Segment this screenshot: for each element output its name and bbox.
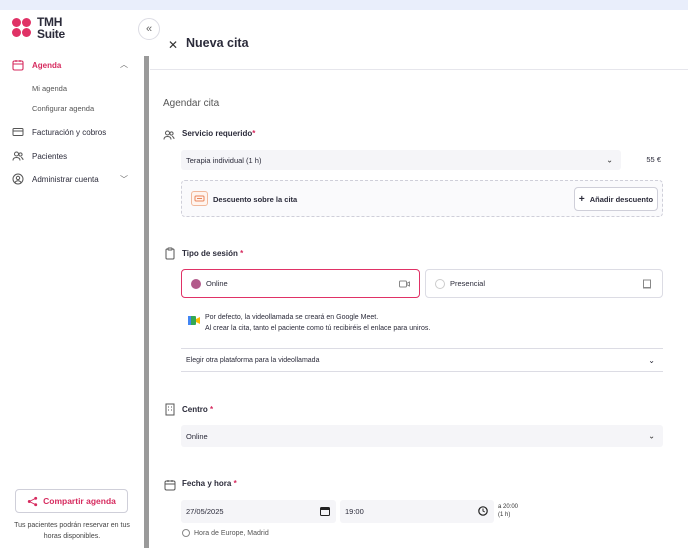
chevron-up-icon[interactable]: ︿ xyxy=(120,59,128,70)
sidebar-scrollbar[interactable] xyxy=(144,56,149,548)
plus-icon: + xyxy=(578,193,585,205)
clock-icon[interactable] xyxy=(478,506,488,516)
sidebar-item-label: Agenda xyxy=(32,60,62,70)
calendar-icon xyxy=(12,59,24,71)
option-label: Online xyxy=(206,279,228,288)
building-icon xyxy=(164,403,176,416)
chevron-down-icon[interactable]: ﹀ xyxy=(120,174,128,185)
date-input[interactable]: 27/05/2025 xyxy=(181,500,336,523)
sidebar-item-agenda[interactable]: Agenda xyxy=(12,56,61,74)
session-option-presencial[interactable]: Presencial xyxy=(425,269,663,298)
users-icon xyxy=(12,150,24,162)
chevron-down-icon: ⌄ xyxy=(648,431,655,441)
share-agenda-note: Tus pacientes podrán reservar en tus hor… xyxy=(14,522,130,540)
share-agenda-label: Compartir agenda xyxy=(43,496,116,506)
close-icon[interactable]: ✕ xyxy=(168,38,178,52)
sidebar: TMH Suite Agenda ︿ Mi agenda Configurar … xyxy=(0,10,144,548)
share-agenda-button[interactable]: Compartir agenda xyxy=(15,489,128,513)
timezone-note: Hora de Europe, Madrid xyxy=(182,529,269,537)
building-icon xyxy=(642,279,652,289)
option-label: Presencial xyxy=(450,279,486,288)
google-meet-note: Por defecto, la videollamada se creará e… xyxy=(205,314,431,332)
users-icon xyxy=(163,128,175,140)
radio-presencial[interactable] xyxy=(435,279,445,289)
discount-icon xyxy=(191,191,208,206)
service-select[interactable]: Terapia individual (1 h) ⌄ xyxy=(181,150,621,170)
sidebar-subitem-configurar-agenda[interactable]: Configurar agenda xyxy=(32,104,94,113)
service-price: 55 € xyxy=(646,155,661,164)
center-label: Centro * xyxy=(182,405,214,414)
clock-icon xyxy=(182,529,190,537)
center-select-value: Online xyxy=(186,431,208,441)
add-discount-button[interactable]: + Añadir descuento xyxy=(574,187,658,211)
sidebar-item-pacientes[interactable]: Pacientes xyxy=(12,147,67,165)
platform-select-label: Elegir otra plataforma para la videollam… xyxy=(186,356,320,364)
section-title: Agendar cita xyxy=(163,98,220,109)
calendar-icon[interactable] xyxy=(320,506,330,516)
top-bar xyxy=(0,0,688,10)
sidebar-item-label: Administrar cuenta xyxy=(32,174,99,184)
time-input[interactable]: 19:00 xyxy=(340,500,494,523)
timezone-label: Hora de Europe, Madrid xyxy=(194,529,269,537)
service-label: Servicio requerido* xyxy=(182,129,256,138)
videocall-platform-select[interactable]: Elegir otra plataforma para la videollam… xyxy=(181,348,663,372)
logo[interactable]: TMH Suite xyxy=(12,16,72,42)
sidebar-item-administrar-cuenta[interactable]: Administrar cuenta xyxy=(12,170,99,188)
clipboard-icon xyxy=(164,247,176,260)
time-value: 19:00 xyxy=(345,507,364,516)
sidebar-item-facturacion[interactable]: Facturación y cobros xyxy=(12,123,106,141)
service-select-value: Terapia individual (1 h) xyxy=(186,155,262,165)
google-meet-icon xyxy=(188,312,200,325)
user-circle-icon xyxy=(12,173,24,185)
datetime-label: Fecha y hora * xyxy=(182,479,237,488)
date-value: 27/05/2025 xyxy=(186,507,224,516)
radio-online[interactable] xyxy=(191,279,201,289)
chevron-down-icon: ⌄ xyxy=(648,355,655,365)
sidebar-item-label: Pacientes xyxy=(32,151,68,161)
discount-label: Descuento sobre la cita xyxy=(213,195,298,204)
sidebar-item-label: Facturación y cobros xyxy=(32,127,107,137)
calendar-icon xyxy=(164,478,176,491)
logo-icon xyxy=(12,18,34,38)
logo-text: TMH Suite xyxy=(37,15,65,41)
end-time-note: a 20:00 (1 h) xyxy=(498,504,519,518)
video-camera-icon xyxy=(399,279,410,289)
modal-title: Nueva cita xyxy=(186,36,249,50)
center-select[interactable]: Online ⌄ xyxy=(181,425,663,447)
add-discount-label: Añadir descuento xyxy=(589,194,654,204)
session-option-online[interactable]: Online xyxy=(181,269,420,298)
card-icon xyxy=(12,126,24,138)
discount-box: Descuento sobre la cita + Añadir descuen… xyxy=(181,180,663,217)
share-icon xyxy=(27,496,38,506)
sidebar-subitem-mi-agenda[interactable]: Mi agenda xyxy=(32,84,67,93)
session-type-label: Tipo de sesión * xyxy=(182,249,244,258)
chevron-down-icon: ⌄ xyxy=(606,155,613,165)
